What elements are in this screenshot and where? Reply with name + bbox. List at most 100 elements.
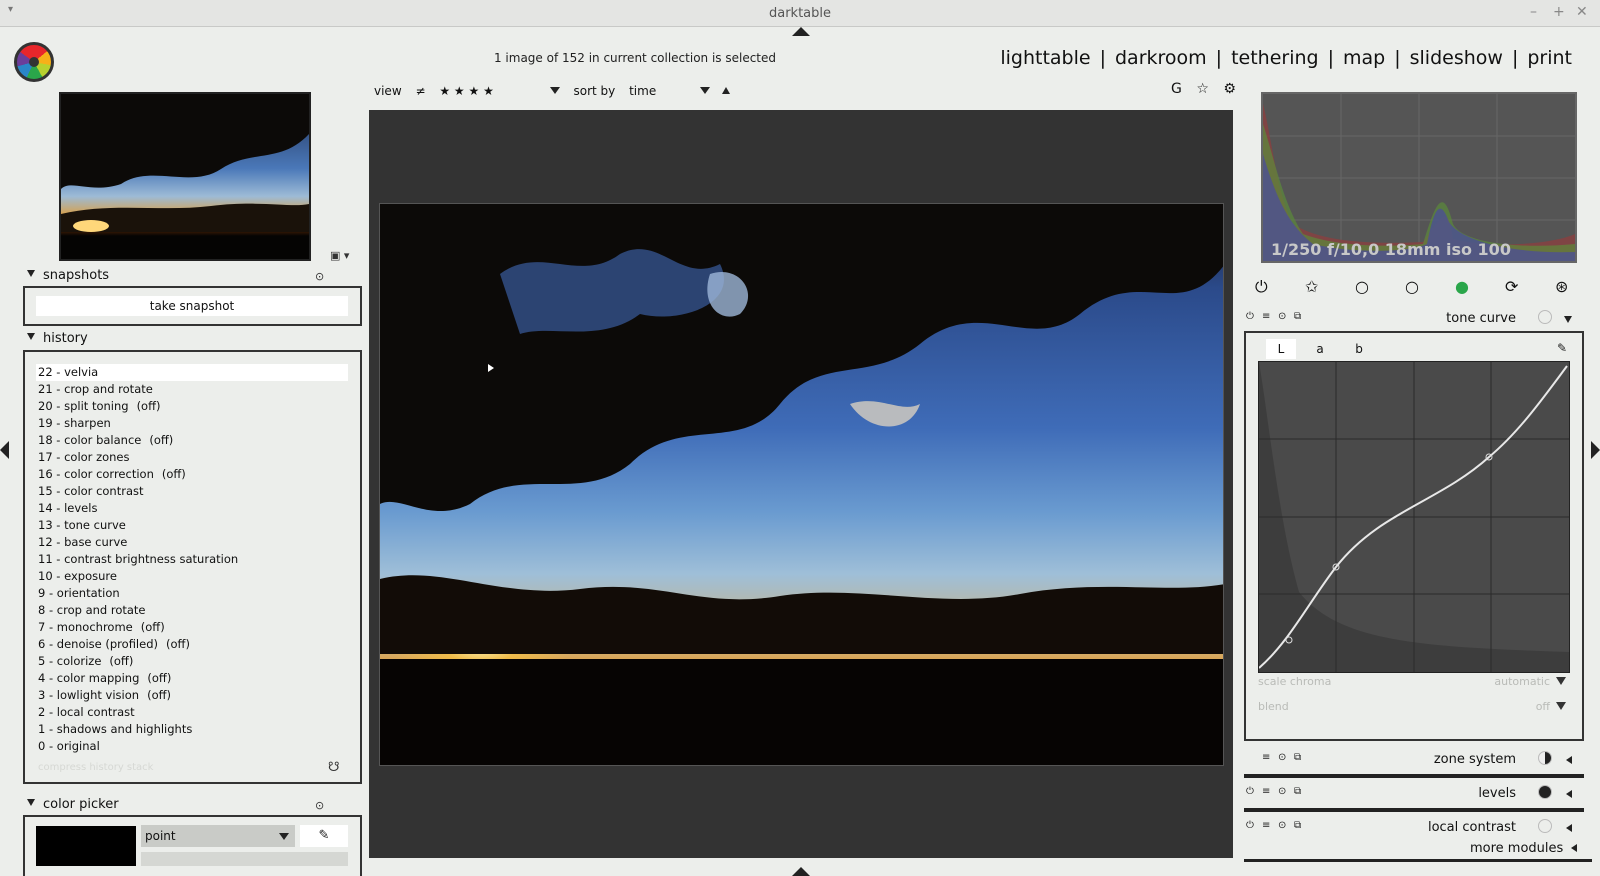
color-picker-header[interactable]: color picker bbox=[27, 797, 119, 812]
scale-chroma-label: scale chroma bbox=[1258, 675, 1332, 688]
presets-icon[interactable]: ≡ bbox=[1262, 311, 1270, 322]
picker-mode-select[interactable]: point bbox=[141, 825, 295, 847]
view-slideshow[interactable]: slideshow bbox=[1410, 47, 1503, 69]
presets-icon[interactable]: ≡ bbox=[1262, 786, 1270, 797]
view-darkroom[interactable]: darkroom bbox=[1115, 47, 1207, 69]
expand-arrow-icon bbox=[1566, 756, 1572, 764]
history-item[interactable]: 10 - exposure bbox=[36, 568, 348, 585]
multi-instance-icon[interactable]: ⧉ bbox=[1294, 786, 1301, 797]
snapshots-reset-icon[interactable]: ⊙ bbox=[315, 270, 324, 283]
color-picker-toggle[interactable]: ✎ bbox=[300, 825, 348, 847]
close-icon[interactable]: ✕ bbox=[1576, 4, 1588, 20]
collapse-top-panel-arrow-icon[interactable] bbox=[792, 27, 810, 36]
history-item[interactable]: 12 - base curve bbox=[36, 534, 348, 551]
blend-mode-select[interactable]: blend off bbox=[1258, 700, 1570, 713]
histogram[interactable]: 1/250 f/10,0 18mm iso 100 bbox=[1261, 92, 1577, 263]
history-item[interactable]: 15 - color contrast bbox=[36, 483, 348, 500]
module-levels-header[interactable]: ⏻ ≡ ⊙ ⧉ levels bbox=[1244, 782, 1584, 806]
history-item[interactable]: 3 - lowlight vision (off) bbox=[36, 687, 348, 704]
rating-dropdown-icon[interactable] bbox=[549, 87, 560, 94]
view-tethering[interactable]: tethering bbox=[1231, 47, 1319, 69]
history-item[interactable]: 9 - orientation bbox=[36, 585, 348, 602]
history-item[interactable]: 17 - color zones bbox=[36, 449, 348, 466]
history-header[interactable]: history bbox=[27, 331, 88, 346]
reset-icon[interactable]: ⊙ bbox=[1278, 786, 1286, 797]
multi-instance-icon[interactable]: ⧉ bbox=[1294, 311, 1301, 322]
history-item[interactable]: 0 - original bbox=[36, 738, 348, 755]
history-item[interactable]: 4 - color mapping (off) bbox=[36, 670, 348, 687]
snapshots-header[interactable]: snapshots bbox=[27, 268, 109, 283]
reset-icon[interactable]: ⊙ bbox=[1278, 752, 1286, 763]
view-print[interactable]: print bbox=[1527, 47, 1572, 69]
sort-dropdown-icon[interactable] bbox=[700, 87, 711, 94]
maximize-icon[interactable]: + bbox=[1553, 4, 1565, 20]
history-item[interactable]: 11 - contrast brightness saturation bbox=[36, 551, 348, 568]
view-lighttable[interactable]: lighttable bbox=[1000, 47, 1090, 69]
compress-history-button[interactable]: compress history stack bbox=[38, 762, 153, 773]
multi-instance-icon[interactable]: ⧉ bbox=[1294, 820, 1301, 831]
power-icon[interactable]: ⏻ bbox=[1246, 820, 1254, 831]
history-item[interactable]: 5 - colorize (off) bbox=[36, 653, 348, 670]
color-group-icon[interactable]: ● bbox=[1455, 277, 1469, 296]
history-item[interactable]: 20 - split toning (off) bbox=[36, 398, 348, 415]
tab-channel-a[interactable]: a bbox=[1305, 339, 1335, 359]
color-picker-reset-icon[interactable]: ⊙ bbox=[315, 799, 324, 812]
history-item[interactable]: 2 - local contrast bbox=[36, 704, 348, 721]
correct-group-icon[interactable]: ⟳ bbox=[1505, 277, 1518, 296]
color-picker-title: color picker bbox=[43, 797, 119, 812]
favorites-group-icon[interactable]: ✩ bbox=[1305, 277, 1318, 296]
history-item[interactable]: 8 - crop and rotate bbox=[36, 602, 348, 619]
rating-comparator[interactable]: ≠ bbox=[415, 84, 425, 98]
thumbnail-display-icon[interactable]: ▣ ▾ bbox=[330, 249, 349, 262]
scale-chroma-select[interactable]: scale chroma automatic bbox=[1258, 675, 1570, 688]
multi-instance-icon[interactable]: ⧉ bbox=[1294, 752, 1301, 763]
presets-icon[interactable]: ≡ bbox=[1262, 820, 1270, 831]
tone-curve-graph[interactable] bbox=[1258, 361, 1570, 673]
take-snapshot-button[interactable]: take snapshot bbox=[36, 296, 348, 316]
collapse-right-panel-arrow-icon[interactable] bbox=[1591, 441, 1600, 459]
expand-arrow-icon bbox=[1566, 824, 1572, 832]
module-tone-curve-header[interactable]: ⏻ ≡ ⊙ ⧉ tone curve bbox=[1244, 307, 1584, 331]
picker-statistic-select[interactable] bbox=[141, 852, 348, 866]
navigation-thumbnail[interactable] bbox=[59, 92, 311, 261]
history-item[interactable]: 19 - sharpen bbox=[36, 415, 348, 432]
power-icon[interactable]: ⏻ bbox=[1246, 786, 1254, 797]
blend-value: off bbox=[1535, 700, 1550, 713]
basic-group-icon[interactable]: ○ bbox=[1355, 277, 1369, 296]
active-modules-group-icon[interactable]: ⏻ bbox=[1255, 277, 1268, 297]
overlays-star-icon[interactable]: ☆ bbox=[1196, 81, 1209, 97]
sort-field[interactable]: time bbox=[629, 84, 656, 98]
view-map[interactable]: map bbox=[1343, 47, 1385, 69]
module-divider bbox=[1244, 774, 1584, 778]
history-item[interactable]: 22 - velvia bbox=[36, 364, 348, 381]
tab-channel-b[interactable]: b bbox=[1344, 339, 1374, 359]
grouping-icon[interactable]: G bbox=[1171, 81, 1182, 97]
history-item[interactable]: 18 - color balance (off) bbox=[36, 432, 348, 449]
history-item[interactable]: 21 - crop and rotate bbox=[36, 381, 348, 398]
create-style-icon[interactable]: ☋ bbox=[328, 760, 340, 775]
collapse-left-panel-arrow-icon[interactable] bbox=[0, 441, 9, 459]
effects-group-icon[interactable]: ⊛ bbox=[1555, 277, 1568, 296]
module-zone-system-header[interactable]: ≡ ⊙ ⧉ zone system bbox=[1244, 748, 1584, 772]
reset-icon[interactable]: ⊙ bbox=[1278, 820, 1286, 831]
presets-icon[interactable]: ≡ bbox=[1262, 752, 1270, 763]
rating-filter-stars[interactable]: ★ ★ ★ ★ bbox=[439, 84, 493, 98]
history-item[interactable]: 7 - monochrome (off) bbox=[36, 619, 348, 636]
minimize-icon[interactable]: – bbox=[1530, 4, 1537, 20]
history-item[interactable]: 14 - levels bbox=[36, 500, 348, 517]
module-local-contrast-header[interactable]: ⏻ ≡ ⊙ ⧉ local contrast bbox=[1244, 816, 1584, 840]
power-icon[interactable]: ⏻ bbox=[1246, 311, 1254, 322]
curve-picker-icon[interactable]: ✎ bbox=[1557, 341, 1567, 355]
collapse-bottom-panel-arrow-icon[interactable] bbox=[792, 867, 810, 876]
sort-order-icon[interactable] bbox=[721, 87, 730, 94]
history-item[interactable]: 13 - tone curve bbox=[36, 517, 348, 534]
history-item[interactable]: 1 - shadows and highlights bbox=[36, 721, 348, 738]
main-image[interactable] bbox=[379, 203, 1224, 766]
more-modules-button[interactable]: more modules bbox=[1470, 841, 1578, 856]
preferences-gear-icon[interactable]: ⚙ bbox=[1223, 81, 1236, 97]
tab-channel-l[interactable]: L bbox=[1266, 339, 1296, 359]
reset-icon[interactable]: ⊙ bbox=[1278, 311, 1286, 322]
tone-group-icon[interactable]: ○ bbox=[1405, 277, 1419, 296]
history-item[interactable]: 16 - color correction (off) bbox=[36, 466, 348, 483]
history-item[interactable]: 6 - denoise (profiled) (off) bbox=[36, 636, 348, 653]
